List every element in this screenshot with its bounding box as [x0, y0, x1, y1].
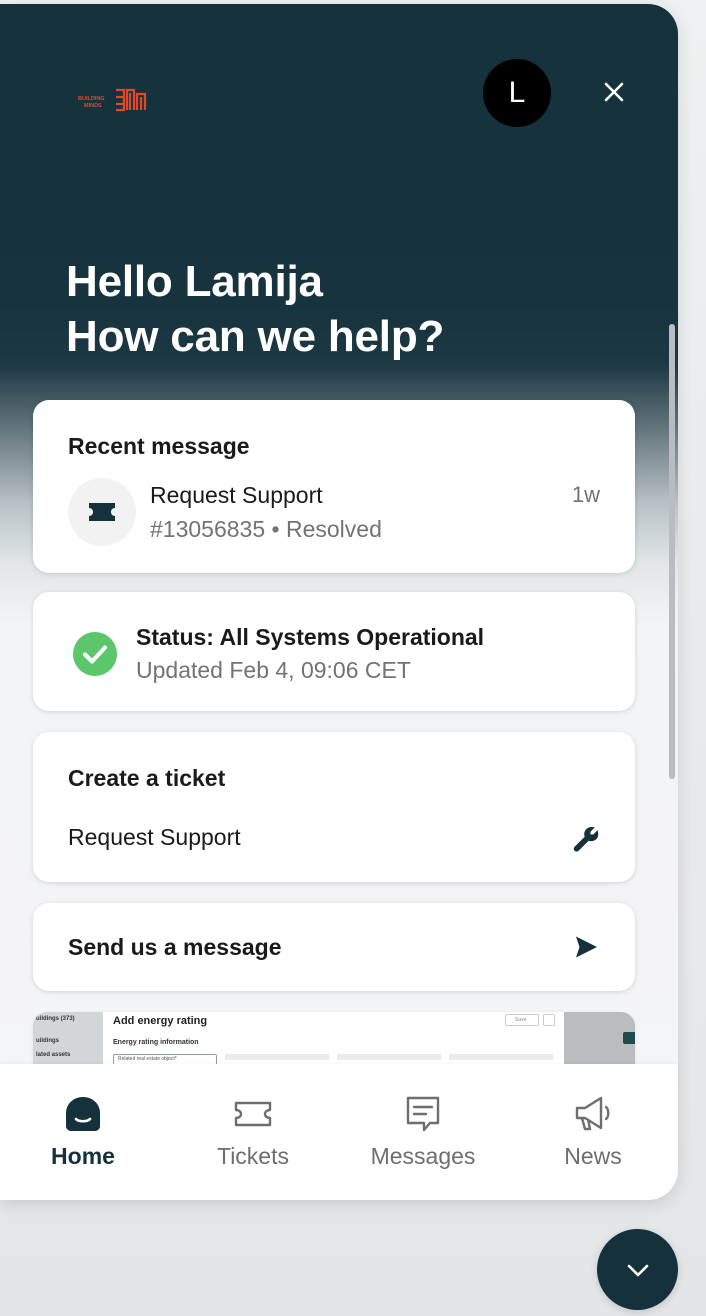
- recent-message-title: Request Support: [150, 482, 323, 508]
- support-widget: BUILDING MINDS L Hello Lamija How can we…: [0, 4, 678, 1200]
- tab-news[interactable]: News: [508, 1064, 678, 1200]
- ticket-icon-badge: [68, 478, 136, 546]
- chevron-down-icon: [627, 1264, 648, 1276]
- preview-row: [225, 1054, 329, 1060]
- avatar-initial: L: [508, 76, 526, 109]
- launcher-collapse-button[interactable]: [597, 1229, 678, 1310]
- greeting-line-1: Hello Lamija: [66, 257, 323, 306]
- recent-message-meta: #13056835 • Resolved: [150, 516, 382, 543]
- tab-tickets[interactable]: Tickets: [168, 1064, 338, 1200]
- preview-save-label: Save: [515, 1017, 527, 1023]
- status-title: Status: All Systems Operational: [136, 624, 485, 650]
- home-icon: [66, 1097, 100, 1131]
- widget-scrollbar[interactable]: [669, 324, 675, 779]
- building-minds-logo: BUILDING MINDS: [78, 84, 148, 116]
- preview-sidebar-line: lated assets: [36, 1052, 71, 1058]
- close-icon: [604, 82, 624, 102]
- megaphone-icon: [575, 1096, 610, 1131]
- send-message-card[interactable]: Send us a message: [33, 903, 635, 991]
- preview-subtitle: Energy rating information: [113, 1039, 199, 1046]
- recent-message-time: 1w: [571, 482, 600, 507]
- preview-sidebar-line: uildings: [36, 1038, 59, 1044]
- meta-separator: •: [265, 516, 286, 542]
- preview-title: Add energy rating: [113, 1015, 208, 1027]
- preview-row: [449, 1054, 553, 1060]
- status-updated: Updated Feb 4, 09:06 CET: [136, 657, 411, 683]
- tab-home-label: Home: [51, 1143, 115, 1169]
- system-status-card[interactable]: Status: All Systems Operational Updated …: [33, 592, 635, 711]
- svg-text:MINDS: MINDS: [84, 103, 102, 109]
- news-preview-card[interactable]: uildings (373) uildings lated assets Add…: [33, 1012, 635, 1072]
- send-message-label: Send us a message: [68, 934, 282, 960]
- bottom-tab-bar: Home Tickets Messages News: [0, 1064, 678, 1200]
- create-ticket-heading: Create a ticket: [68, 765, 226, 791]
- recent-message-card[interactable]: Recent message Request Support #13056835…: [33, 400, 635, 573]
- tab-messages-label: Messages: [370, 1143, 476, 1169]
- preview-row: [337, 1054, 441, 1060]
- svg-text:BUILDING: BUILDING: [78, 96, 105, 102]
- preview-sidebar-line: uildings (373): [36, 1016, 75, 1022]
- greeting: Hello Lamija How can we help?: [66, 254, 444, 364]
- preview-save: Save: [505, 1014, 539, 1026]
- preview-right-button: [623, 1032, 635, 1044]
- close-button[interactable]: [596, 74, 632, 110]
- check-circle-icon: [73, 632, 117, 676]
- preview-close: [543, 1014, 555, 1026]
- ticket-icon: [234, 1101, 272, 1127]
- ticket-number: #13056835: [150, 516, 266, 542]
- tab-messages[interactable]: Messages: [338, 1064, 508, 1200]
- create-ticket-card: Create a ticket Request Support: [33, 732, 635, 882]
- ticket-icon: [89, 503, 115, 521]
- tab-home[interactable]: Home: [0, 1064, 168, 1200]
- preview-field-hint: Related real estate object*: [118, 1056, 177, 1062]
- wrench-icon: [573, 826, 599, 852]
- ticket-status: Resolved: [285, 516, 382, 542]
- messages-icon: [406, 1096, 440, 1132]
- greeting-line-2: How can we help?: [66, 312, 445, 361]
- news-preview-sidebar: uildings (373) uildings lated assets: [33, 1012, 103, 1072]
- tab-tickets-label: Tickets: [217, 1143, 289, 1169]
- recent-message-heading: Recent message: [68, 433, 250, 459]
- send-icon: [576, 936, 597, 958]
- user-avatar[interactable]: L: [483, 59, 551, 127]
- page: BUILDING MINDS L Hello Lamija How can we…: [0, 0, 706, 1316]
- request-support-option[interactable]: Request Support: [68, 824, 241, 851]
- tab-news-label: News: [564, 1143, 622, 1169]
